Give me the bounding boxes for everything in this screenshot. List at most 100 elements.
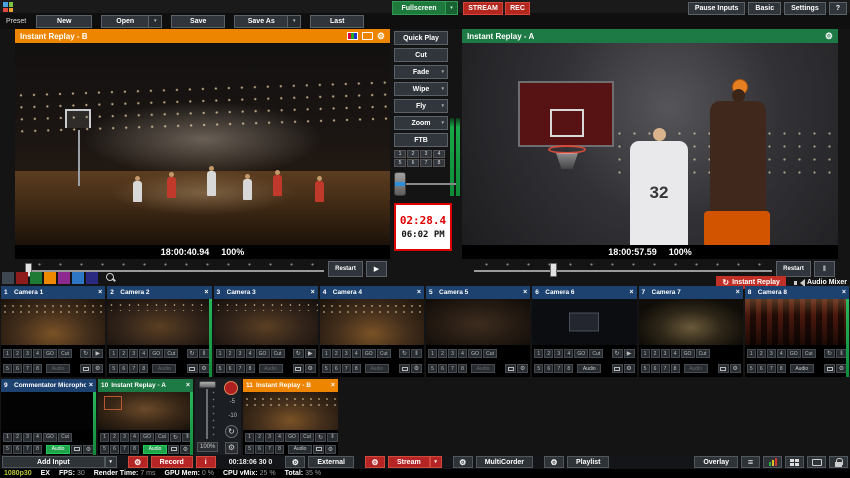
overlay-number-button[interactable]: 4 [139,349,148,358]
close-icon[interactable]: × [842,289,846,296]
pause-icon[interactable]: ‖ [411,349,422,358]
mute-button[interactable] [224,381,238,395]
input-thumbnail[interactable] [214,299,318,345]
overlay-number-button[interactable]: 5 [394,159,406,167]
loop-icon[interactable]: ↻ [187,349,198,358]
overlay-number-button[interactable]: 3 [236,349,245,358]
overlay-number-button[interactable]: 2 [119,349,128,358]
overlay-number-button[interactable]: 6 [438,364,447,373]
input-cell[interactable]: 6Camera 6×1234GOCut↻▶5678Audio⚙ [532,286,636,377]
chevron-down-icon[interactable]: ▾ [441,120,444,126]
color-swatch[interactable] [44,272,56,284]
close-icon[interactable]: × [98,289,102,296]
input-cell[interactable]: 10Instant Replay - A×1234GOCut↻‖5678Audi… [98,379,193,455]
multicorder-settings-gear-icon[interactable]: ⚙ [453,456,473,468]
audio-button[interactable]: Audio [577,364,601,373]
monitor-icon[interactable] [824,364,835,373]
input-thumbnail[interactable] [107,299,211,345]
restart-button[interactable]: Restart [776,261,811,277]
overlay-number-button[interactable]: 2 [13,433,22,442]
overlay-number-button[interactable]: 8 [33,364,42,373]
input-header[interactable]: 1Camera 1× [1,286,105,299]
overlay-number-button[interactable]: 8 [671,364,680,373]
input-cell[interactable]: 7Camera 7×1234GOCut5678Audio⚙ [639,286,743,377]
wipe-button[interactable]: Wipe▾ [394,82,448,96]
overlay-number-button[interactable]: 5 [3,364,12,373]
ftb-button[interactable]: FTB [394,133,448,147]
overlay-number-button[interactable]: 7 [661,364,670,373]
help-button[interactable]: ? [829,2,847,15]
play-icon[interactable]: ▶ [624,349,635,358]
close-icon[interactable]: × [311,289,315,296]
overlay-number-button[interactable]: 3 [448,349,457,358]
overlay-number-button[interactable]: 6 [226,364,235,373]
menu-icon[interactable]: ≡ [741,456,760,468]
close-icon[interactable]: × [736,289,740,296]
overlay-number-button[interactable]: 3 [554,349,563,358]
overlay-number-button[interactable]: 5 [428,364,437,373]
overlay-number-button[interactable]: 5 [216,364,225,373]
close-icon[interactable]: × [629,289,633,296]
overlay-number-button[interactable]: 8 [130,445,139,454]
overlay-number-button[interactable]: 3 [129,349,138,358]
record-info-button[interactable]: i [196,456,216,468]
close-icon[interactable]: × [204,289,208,296]
cut-button[interactable]: Cut [300,433,314,442]
overlay-number-button[interactable]: 7 [342,364,351,373]
colorbars-icon[interactable] [347,32,358,40]
audio-button[interactable]: Audio [471,364,495,373]
save-as-dropdown-icon[interactable]: ▾ [288,15,301,28]
chevron-down-icon[interactable]: ▾ [441,69,444,75]
pause-icon[interactable]: ‖ [327,433,338,442]
overlay-number-button[interactable]: 8 [458,364,467,373]
close-icon[interactable]: × [89,382,93,389]
camera-icon[interactable] [362,32,373,40]
loop-icon[interactable]: ↻ [824,349,835,358]
overlay-number-button[interactable]: 8 [564,364,573,373]
fly-button[interactable]: Fly▾ [394,99,448,113]
input-thumbnail[interactable] [745,299,849,345]
cut-button[interactable]: Cut [394,48,448,62]
overlay-number-button[interactable]: 7 [236,364,245,373]
overlay-number-button[interactable]: 6 [757,364,766,373]
overlay-number-button[interactable]: 5 [245,445,254,454]
gear-icon[interactable]: ⚙ [92,364,103,373]
overlay-number-button[interactable]: 4 [352,349,361,358]
go-button[interactable]: GO [787,349,801,358]
open-button[interactable]: Open [101,15,149,28]
overlay-number-button[interactable]: 8 [33,445,42,454]
overlay-number-button[interactable]: 2 [332,349,341,358]
new-button[interactable]: New [36,15,92,28]
overlay-number-button[interactable]: 5 [534,364,543,373]
settings-button[interactable]: Settings [784,2,826,15]
record-button[interactable]: Record [151,456,193,468]
input-header[interactable]: 3Camera 3× [214,286,318,299]
monitor-icon[interactable] [71,445,82,454]
overlay-number-button[interactable]: 2 [226,349,235,358]
overlay-number-button[interactable]: 8 [352,364,361,373]
cut-button[interactable]: Cut [802,349,816,358]
scrub-thumb[interactable] [550,263,557,277]
chevron-down-icon[interactable]: ▾ [441,103,444,109]
overlay-number-button[interactable]: 7 [23,364,32,373]
playlist-button[interactable]: Playlist [567,456,610,468]
overlay-number-button[interactable]: 1 [641,349,650,358]
lock-icon[interactable] [829,456,848,468]
monitor-icon[interactable] [293,364,304,373]
play-icon[interactable]: ▶ [366,261,387,277]
tbar-handle[interactable] [394,172,406,196]
playlist-settings-gear-icon[interactable]: ⚙ [544,456,564,468]
overlay-number-button[interactable]: 4 [564,349,573,358]
input-cell[interactable]: 2Camera 2×1234GOCut↻‖5678Audio⚙ [107,286,211,377]
input-cell[interactable]: 1Camera 1×1234GOCut↻▶5678Audio⚙ [1,286,105,377]
overlay-number-button[interactable]: 4 [130,433,139,442]
overlay-number-button[interactable]: 4 [33,349,42,358]
overlay-number-button[interactable]: 4 [275,433,284,442]
add-input-dropdown-icon[interactable]: ▾ [105,456,117,468]
last-button[interactable]: Last [310,15,364,28]
go-button[interactable]: GO [362,349,376,358]
overlay-number-button[interactable]: 2 [544,349,553,358]
overlay-number-button[interactable]: 1 [3,433,12,442]
cut-button[interactable]: Cut [589,349,603,358]
overlay-number-button[interactable]: 6 [13,364,22,373]
